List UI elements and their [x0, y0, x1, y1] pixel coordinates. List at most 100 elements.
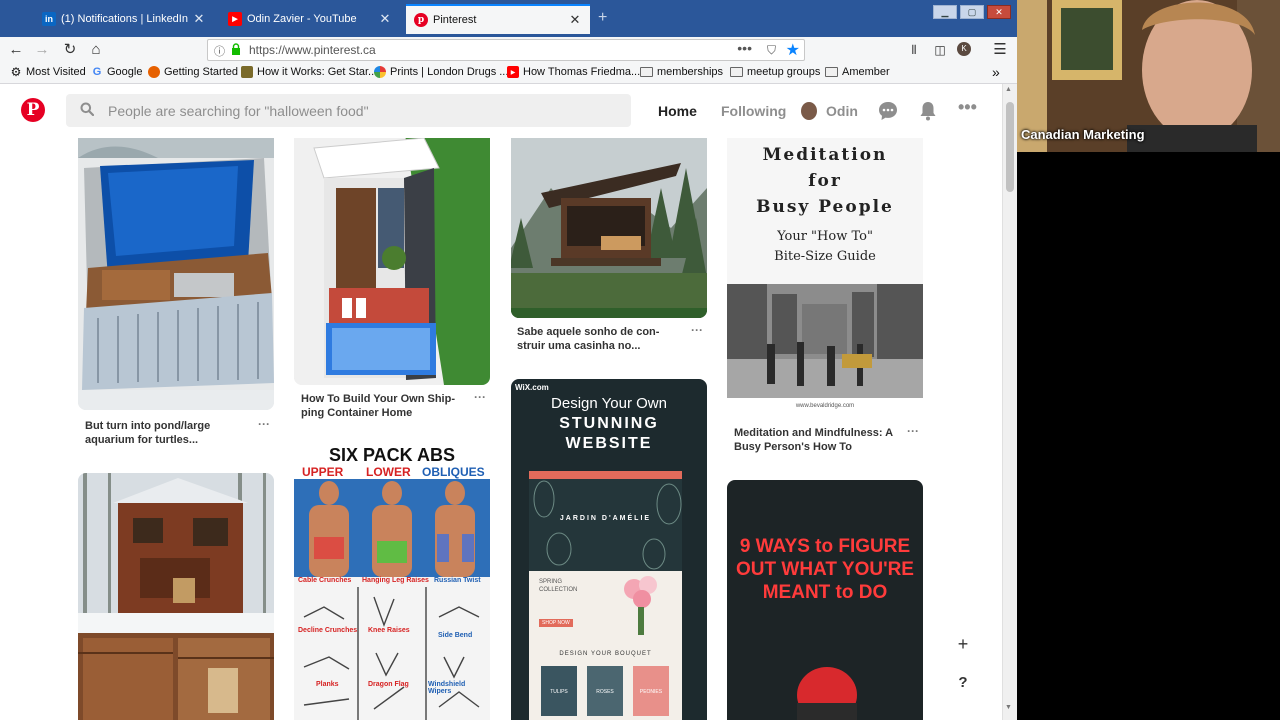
- bookmark-most-visited[interactable]: ⚙ Most Visited: [10, 65, 86, 79]
- wix-flower-label: PEONIES: [639, 689, 663, 695]
- tab-linkedin[interactable]: in (1) Notifications | LinkedIn ✕: [34, 4, 214, 34]
- pinterest-icon: p: [414, 13, 428, 27]
- ways-line: 9 WAYS to FIGURE: [739, 536, 911, 557]
- maximize-icon[interactable]: ▢: [960, 5, 984, 19]
- page-actions-icon[interactable]: •••: [737, 40, 752, 56]
- close-tab-icon[interactable]: ✕: [378, 11, 392, 27]
- wix-headline-2: STUNNING: [559, 415, 659, 432]
- bookmarks-bar: ⚙ Most Visited G Google Getting Started Ho…: [0, 63, 1017, 84]
- url-text[interactable]: https://www.pinterest.ca: [249, 43, 376, 57]
- home-icon[interactable]: ⌂: [86, 40, 106, 60]
- pin-caption[interactable]: Meditation and Mindfulness: A Busy Perso…: [734, 426, 904, 454]
- sidebar-icon[interactable]: ◫: [930, 40, 950, 60]
- abs-exercise-grid: Cable Crunches Hanging Leg Raises Russia…: [294, 577, 490, 720]
- leaf-pattern: [533, 480, 682, 570]
- bookmark-star-icon[interactable]: ★: [786, 40, 800, 60]
- account-icon[interactable]: K: [957, 42, 971, 56]
- library-icon[interactable]: ⫴: [904, 40, 924, 60]
- bookmark-london-drugs[interactable]: Prints | London Drugs ...: [374, 66, 508, 78]
- gear-icon: ⚙: [10, 65, 22, 79]
- bookmark-google[interactable]: G Google: [91, 66, 143, 78]
- close-tab-icon[interactable]: ✕: [568, 12, 582, 28]
- messages-icon[interactable]: [877, 100, 899, 122]
- pin-more-icon[interactable]: ···: [258, 417, 270, 431]
- abs-title: SIX PACK ABS: [328, 445, 456, 465]
- ways-line: OUT WHAT YOU'RE: [736, 559, 914, 580]
- nav-home[interactable]: Home: [658, 103, 697, 119]
- pin-wix-website[interactable]: WiX.com Design Your Own STUNNING WEBSITE…: [511, 379, 707, 720]
- search-box[interactable]: [66, 94, 631, 127]
- pin-container-home[interactable]: [294, 138, 490, 385]
- nav-profile[interactable]: Odin: [826, 103, 858, 119]
- scroll-up-icon[interactable]: ▲: [1005, 86, 1012, 93]
- city-street-image: [727, 284, 923, 398]
- site-icon: [241, 66, 253, 78]
- page-scrollbar[interactable]: ▲ ▼: [1002, 84, 1017, 720]
- wix-headline-1: Design Your Own: [551, 395, 667, 412]
- close-window-icon[interactable]: ✕: [987, 5, 1011, 19]
- tab-pinterest[interactable]: p Pinterest ✕: [406, 4, 590, 34]
- reload-icon[interactable]: ↻: [60, 40, 80, 60]
- pin-caption[interactable]: Sabe aquele sonho de con- struir uma cas…: [517, 325, 687, 353]
- abs-obliques: OBLIQUES: [422, 465, 485, 479]
- exercise-label: Russian Twist: [434, 577, 481, 584]
- nav-following[interactable]: Following: [721, 103, 786, 119]
- youtube-icon: ▶: [507, 66, 519, 78]
- new-tab-icon[interactable]: +: [598, 9, 607, 27]
- info-icon[interactable]: ⓘ: [214, 43, 225, 59]
- scroll-down-icon[interactable]: ▼: [1005, 704, 1012, 711]
- back-icon[interactable]: ←: [6, 40, 26, 60]
- pin-meditation[interactable]: Meditation for Busy People Your "How To"…: [727, 138, 923, 420]
- bookmark-how-it-works[interactable]: How it Works: Get Star...: [241, 66, 377, 78]
- minimize-icon[interactable]: ▁: [933, 5, 957, 19]
- pin-more-icon[interactable]: ···: [691, 323, 703, 337]
- help-icon[interactable]: ?: [951, 671, 975, 695]
- exercise-figures: [303, 587, 480, 720]
- avatar[interactable]: [801, 102, 817, 120]
- tab-youtube[interactable]: ▶ Odin Zavier - YouTube ✕: [220, 4, 400, 34]
- site-icon: [374, 66, 386, 78]
- pin-tiny-cabin[interactable]: [78, 473, 274, 720]
- pin-forest-cabin[interactable]: [511, 138, 707, 318]
- pin-grid: But turn into pond/large aquarium for tu…: [0, 138, 1002, 720]
- pool-container-image: [78, 138, 274, 410]
- pin-pool-container[interactable]: [78, 138, 274, 410]
- abs-upper: UPPER: [302, 465, 344, 479]
- more-bookmarks-icon[interactable]: »: [992, 64, 1000, 80]
- add-pin-icon[interactable]: +: [951, 632, 975, 656]
- meditation-subtitle: Bite-Size Guide: [774, 249, 876, 264]
- folder-icon: [640, 67, 653, 77]
- bookmark-getting-started[interactable]: Getting Started: [148, 66, 238, 78]
- more-options-icon[interactable]: •••: [958, 97, 977, 118]
- notifications-bell-icon[interactable]: [917, 100, 939, 122]
- wix-site-name: JARDIN D'AMÉLIE: [559, 515, 652, 522]
- wix-bouquet-heading: DESIGN YOUR BOUQUET: [559, 651, 652, 657]
- bookmark-thomas-friedman[interactable]: ▶ How Thomas Friedma...: [507, 66, 640, 78]
- meditation-subtitle: Your "How To": [777, 229, 873, 244]
- address-bar[interactable]: ⓘ https://www.pinterest.ca ••• ⛉ ★: [207, 39, 805, 61]
- tab-title: (1) Notifications | LinkedIn: [61, 13, 188, 25]
- folder-icon: [730, 67, 743, 77]
- youtube-icon: ▶: [228, 12, 242, 26]
- menu-icon[interactable]: ☰: [990, 40, 1010, 60]
- pin-more-icon[interactable]: ···: [474, 390, 486, 404]
- pin-caption[interactable]: How To Build Your Own Ship- ping Contain…: [301, 392, 471, 420]
- bookmark-amember[interactable]: Amember: [825, 66, 890, 78]
- search-input[interactable]: [108, 94, 618, 127]
- bookmark-memberships[interactable]: memberships: [640, 66, 723, 78]
- wix-mockup: JARDIN D'AMÉLIE SPRING COLLECTION SHOP N…: [529, 471, 682, 720]
- pinterest-logo[interactable]: P: [21, 98, 45, 122]
- google-icon: G: [92, 66, 102, 78]
- scrollbar-thumb[interactable]: [1006, 102, 1014, 192]
- red-hat-person-image: [797, 667, 857, 720]
- pin-caption[interactable]: But turn into pond/large aquarium for tu…: [85, 419, 255, 447]
- pocket-icon[interactable]: ⛉: [767, 43, 776, 58]
- pin-9-ways[interactable]: 9 WAYS to FIGURE OUT WHAT YOU'RE MEANT t…: [727, 480, 923, 720]
- pin-more-icon[interactable]: ···: [907, 424, 919, 438]
- pin-six-pack-abs[interactable]: SIX PACK ABS UPPER LOWER OBLIQUES Cable …: [294, 445, 490, 720]
- close-tab-icon[interactable]: ✕: [192, 11, 206, 27]
- forward-icon[interactable]: →: [32, 40, 52, 60]
- bookmark-meetup-groups[interactable]: meetup groups: [730, 66, 820, 78]
- lock-icon: [232, 43, 240, 55]
- tab-title: Odin Zavier - YouTube: [247, 13, 357, 25]
